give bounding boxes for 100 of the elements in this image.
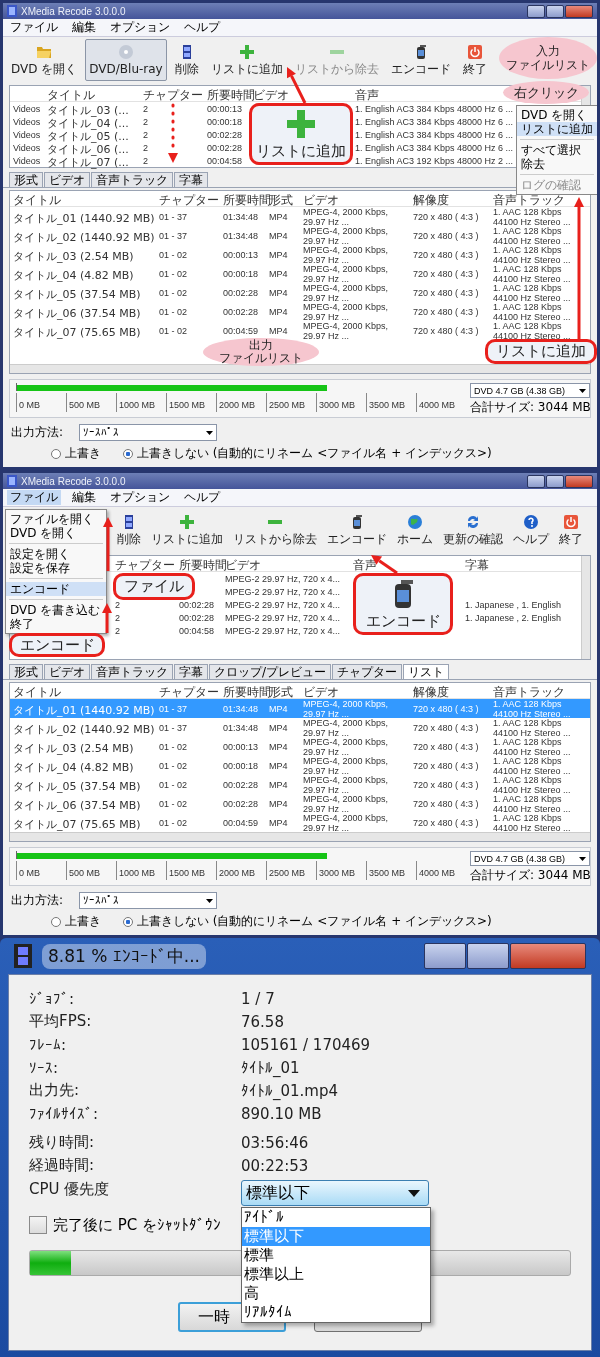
menu-item[interactable]: DVD を開く xyxy=(517,108,597,122)
column-header[interactable]: 音声 xyxy=(353,558,377,572)
column-header[interactable]: ビデオ xyxy=(225,558,261,572)
toolbar-button[interactable]: ヘルプ xyxy=(509,509,553,551)
close-button[interactable] xyxy=(510,943,586,969)
toolbar-button[interactable]: 削除 xyxy=(113,509,145,551)
tab[interactable]: 字幕 xyxy=(174,664,208,679)
toolbar-button[interactable]: リストに追加 xyxy=(206,39,287,81)
column-header[interactable]: ビデオ xyxy=(253,88,289,102)
target-dropdown[interactable]: DVD 4.7 GB (4.38 GB) xyxy=(470,851,590,866)
toolbar-button[interactable]: DVD を開く xyxy=(7,39,82,81)
tab[interactable]: チャプター xyxy=(332,664,403,679)
checkbox[interactable] xyxy=(29,1216,47,1234)
radio-button[interactable] xyxy=(123,448,133,459)
column-header[interactable]: チャプター xyxy=(159,685,219,699)
table-cell-text: MPEG-4, 2000 Kbps, 29.97 Hz ... xyxy=(303,698,390,719)
minimize-button[interactable] xyxy=(527,474,545,488)
menu-item[interactable]: エンコード xyxy=(6,582,106,596)
column-header[interactable]: 音声トラック xyxy=(493,685,565,699)
menu-item[interactable]: リストに追加 xyxy=(517,122,597,136)
radio-label[interactable]: 上書きしない (自動的にリネーム <ファイル名 + インデックス>) xyxy=(137,913,492,930)
menu-item[interactable]: すべて選択 xyxy=(517,143,597,157)
output-dropdown[interactable]: ｿｰｽﾊﾟｽ xyxy=(79,424,217,441)
menu-item[interactable]: 設定を開く xyxy=(6,547,106,561)
column-header[interactable]: タイトル xyxy=(13,193,61,207)
column-header[interactable]: 解像度 xyxy=(413,685,449,699)
menu-item[interactable]: 設定を保存 xyxy=(6,561,106,575)
column-header[interactable]: 所要時間 xyxy=(223,193,271,207)
tab[interactable]: 形式 xyxy=(9,664,43,679)
column-header[interactable]: チャプター xyxy=(159,193,219,207)
radio-button[interactable] xyxy=(123,916,133,927)
priority-dropdown[interactable]: 標準以下 xyxy=(241,1180,429,1206)
menu-item[interactable]: ファイル xyxy=(7,20,61,35)
toolbar-button[interactable]: ホーム xyxy=(393,509,437,551)
close-button[interactable] xyxy=(565,4,593,18)
tab[interactable]: クロップ/プレビュー xyxy=(209,664,332,679)
column-header[interactable]: 所要時間 xyxy=(223,685,271,699)
minimize-button[interactable] xyxy=(424,943,466,969)
dropdown-option[interactable]: 標準以上 xyxy=(242,1265,430,1284)
tab[interactable]: リスト xyxy=(403,664,450,679)
radio-label[interactable]: 上書きしない (自動的にリネーム <ファイル名 + インデックス>) xyxy=(137,445,492,462)
radio-label[interactable]: 上書き xyxy=(65,913,101,930)
menu-item[interactable]: オプション xyxy=(107,20,173,35)
tab[interactable]: ビデオ xyxy=(44,664,90,679)
toolbar-button[interactable]: DVD/Blu-ray xyxy=(85,39,167,81)
scrollbar[interactable] xyxy=(581,556,590,659)
menu-item[interactable]: ヘルプ xyxy=(181,490,223,505)
dropdown-option[interactable]: 高 xyxy=(242,1284,430,1303)
column-header[interactable]: ビデオ xyxy=(303,685,339,699)
column-header[interactable]: タイトル xyxy=(13,685,61,699)
column-header[interactable]: 字幕 xyxy=(465,558,489,572)
scrollbar[interactable] xyxy=(10,364,590,373)
toolbar-button[interactable]: 更新の確認 xyxy=(439,509,507,551)
menu-item[interactable]: 除去 xyxy=(517,157,597,171)
menu-item[interactable]: 編集 xyxy=(69,20,99,35)
maximize-button[interactable] xyxy=(546,474,564,488)
menu-item[interactable]: DVD を書き込む xyxy=(6,603,106,617)
tab[interactable]: 形式 xyxy=(9,172,43,187)
radio-button[interactable] xyxy=(51,916,61,927)
target-dropdown[interactable]: DVD 4.7 GB (4.38 GB) xyxy=(470,383,590,398)
menu-item[interactable]: ヘルプ xyxy=(181,20,223,35)
menu-item[interactable]: ファイル xyxy=(7,490,61,505)
scrollbar[interactable] xyxy=(10,832,590,841)
menu-item[interactable]: 編集 xyxy=(69,490,99,505)
toolbar-button[interactable]: エンコード xyxy=(386,39,455,81)
toolbar-button[interactable]: エンコード xyxy=(323,509,391,551)
checkbox-label[interactable]: 完了後に PC をｼｬｯﾄﾀﾞｳﾝ xyxy=(53,1215,222,1235)
minimize-button[interactable] xyxy=(527,4,545,18)
toolbar-button[interactable]: リストから除去 xyxy=(229,509,321,551)
dropdown-option[interactable]: 標準 xyxy=(242,1246,430,1265)
radio-label[interactable]: 上書き xyxy=(65,445,101,462)
column-header[interactable]: 所要時間 xyxy=(179,558,227,572)
toolbar-button[interactable]: 終了 xyxy=(555,509,587,551)
column-header[interactable]: チャプター xyxy=(115,558,175,572)
menu-item[interactable]: DVD を開く xyxy=(6,526,106,540)
tab[interactable]: ビデオ xyxy=(44,172,90,187)
column-header[interactable]: 所要時間 xyxy=(207,88,255,102)
maximize-button[interactable] xyxy=(546,4,564,18)
tab[interactable]: 音声トラック xyxy=(91,172,173,187)
column-header[interactable]: 形式 xyxy=(269,685,293,699)
column-header[interactable]: 形式 xyxy=(269,193,293,207)
dropdown-option[interactable]: ｱｲﾄﾞﾙ xyxy=(242,1208,430,1227)
radio-button[interactable] xyxy=(51,448,61,459)
close-button[interactable] xyxy=(565,474,593,488)
tab[interactable]: 音声トラック xyxy=(91,664,173,679)
tab[interactable]: 字幕 xyxy=(174,172,208,187)
menu-item[interactable]: ファイルを開く xyxy=(6,512,106,526)
column-header[interactable]: 音声 xyxy=(355,88,379,102)
maximize-button[interactable] xyxy=(467,943,509,969)
column-header[interactable]: 解像度 xyxy=(413,193,449,207)
output-dropdown[interactable]: ｿｰｽﾊﾟｽ xyxy=(79,892,217,909)
menu-item[interactable]: オプション xyxy=(107,490,173,505)
column-header[interactable]: チャプター xyxy=(143,88,203,102)
toolbar-button[interactable]: リストに追加 xyxy=(147,509,227,551)
column-header[interactable]: 音声トラック xyxy=(493,193,565,207)
menu-item[interactable]: 終了 xyxy=(6,617,106,631)
toolbar-button[interactable]: 終了 xyxy=(458,39,491,81)
toolbar-button[interactable]: 削除 xyxy=(170,39,203,81)
column-header[interactable]: タイトル xyxy=(47,88,95,102)
column-header[interactable]: ビデオ xyxy=(303,193,339,207)
